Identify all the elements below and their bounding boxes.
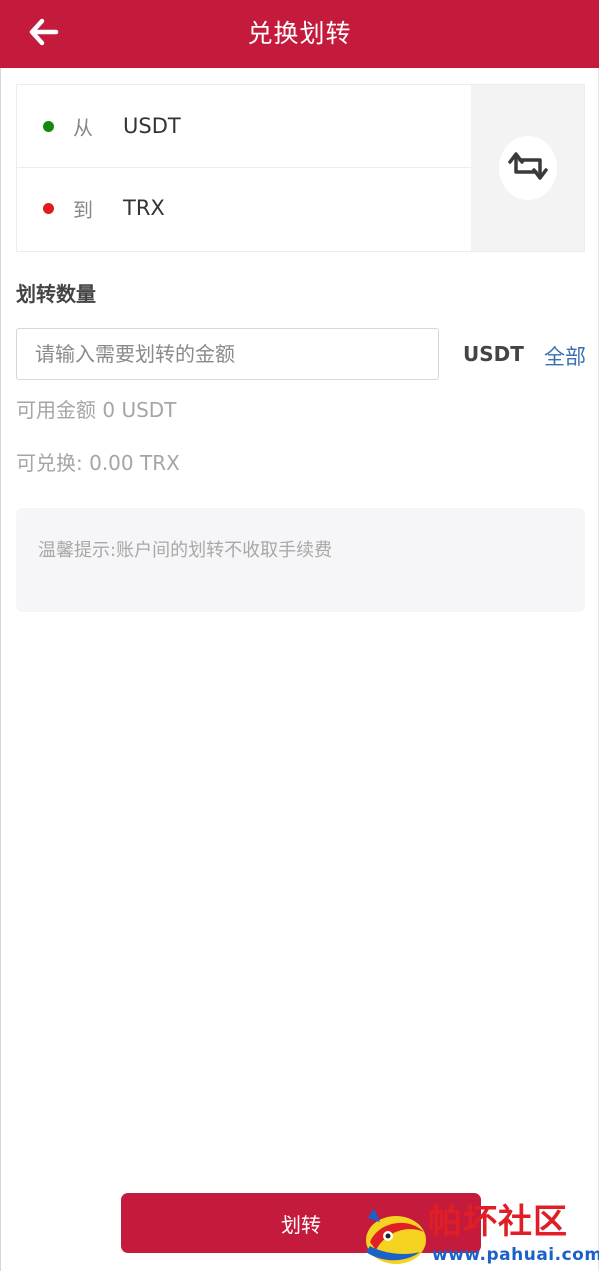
from-coin: USDT [123, 114, 181, 138]
amount-input[interactable] [16, 328, 439, 380]
watermark-title: 帕坏社区 [428, 1202, 568, 1242]
to-coin: TRX [123, 196, 165, 220]
to-currency-row[interactable]: 到 TRX [17, 167, 472, 249]
available-balance: 可用金额 0 USDT [16, 398, 177, 422]
tip-text: 温馨提示:账户间的划转不收取手续费 [38, 540, 333, 561]
from-currency-row[interactable]: 从 USDT [17, 85, 472, 168]
from-status-dot [43, 120, 54, 132]
exchangeable-amount: 可兑换: 0.00 TRX [16, 451, 180, 475]
app-header: 兑换划转 [0, 0, 599, 68]
watermark-logo-icon [358, 1202, 430, 1270]
watermark-url: www.pahuai.com [432, 1245, 599, 1265]
site-watermark: 帕坏社区 www.pahuai.com [358, 1202, 599, 1270]
to-label: 到 [73, 197, 93, 222]
tip-box: 温馨提示:账户间的划转不收取手续费 [16, 508, 585, 612]
currency-pair-card: 从 USDT 到 TRX [16, 84, 585, 252]
swap-button[interactable] [498, 136, 557, 200]
swap-area [471, 85, 584, 251]
swap-arrows-icon [506, 150, 550, 186]
all-amount-link[interactable]: 全部 [544, 341, 586, 371]
page-title: 兑换划转 [247, 19, 352, 48]
transfer-button-label: 划转 [281, 1212, 321, 1237]
from-label: 从 [73, 115, 93, 140]
amount-unit: USDT [463, 342, 524, 366]
to-status-dot [43, 202, 54, 214]
transfer-amount-label: 划转数量 [16, 282, 96, 306]
